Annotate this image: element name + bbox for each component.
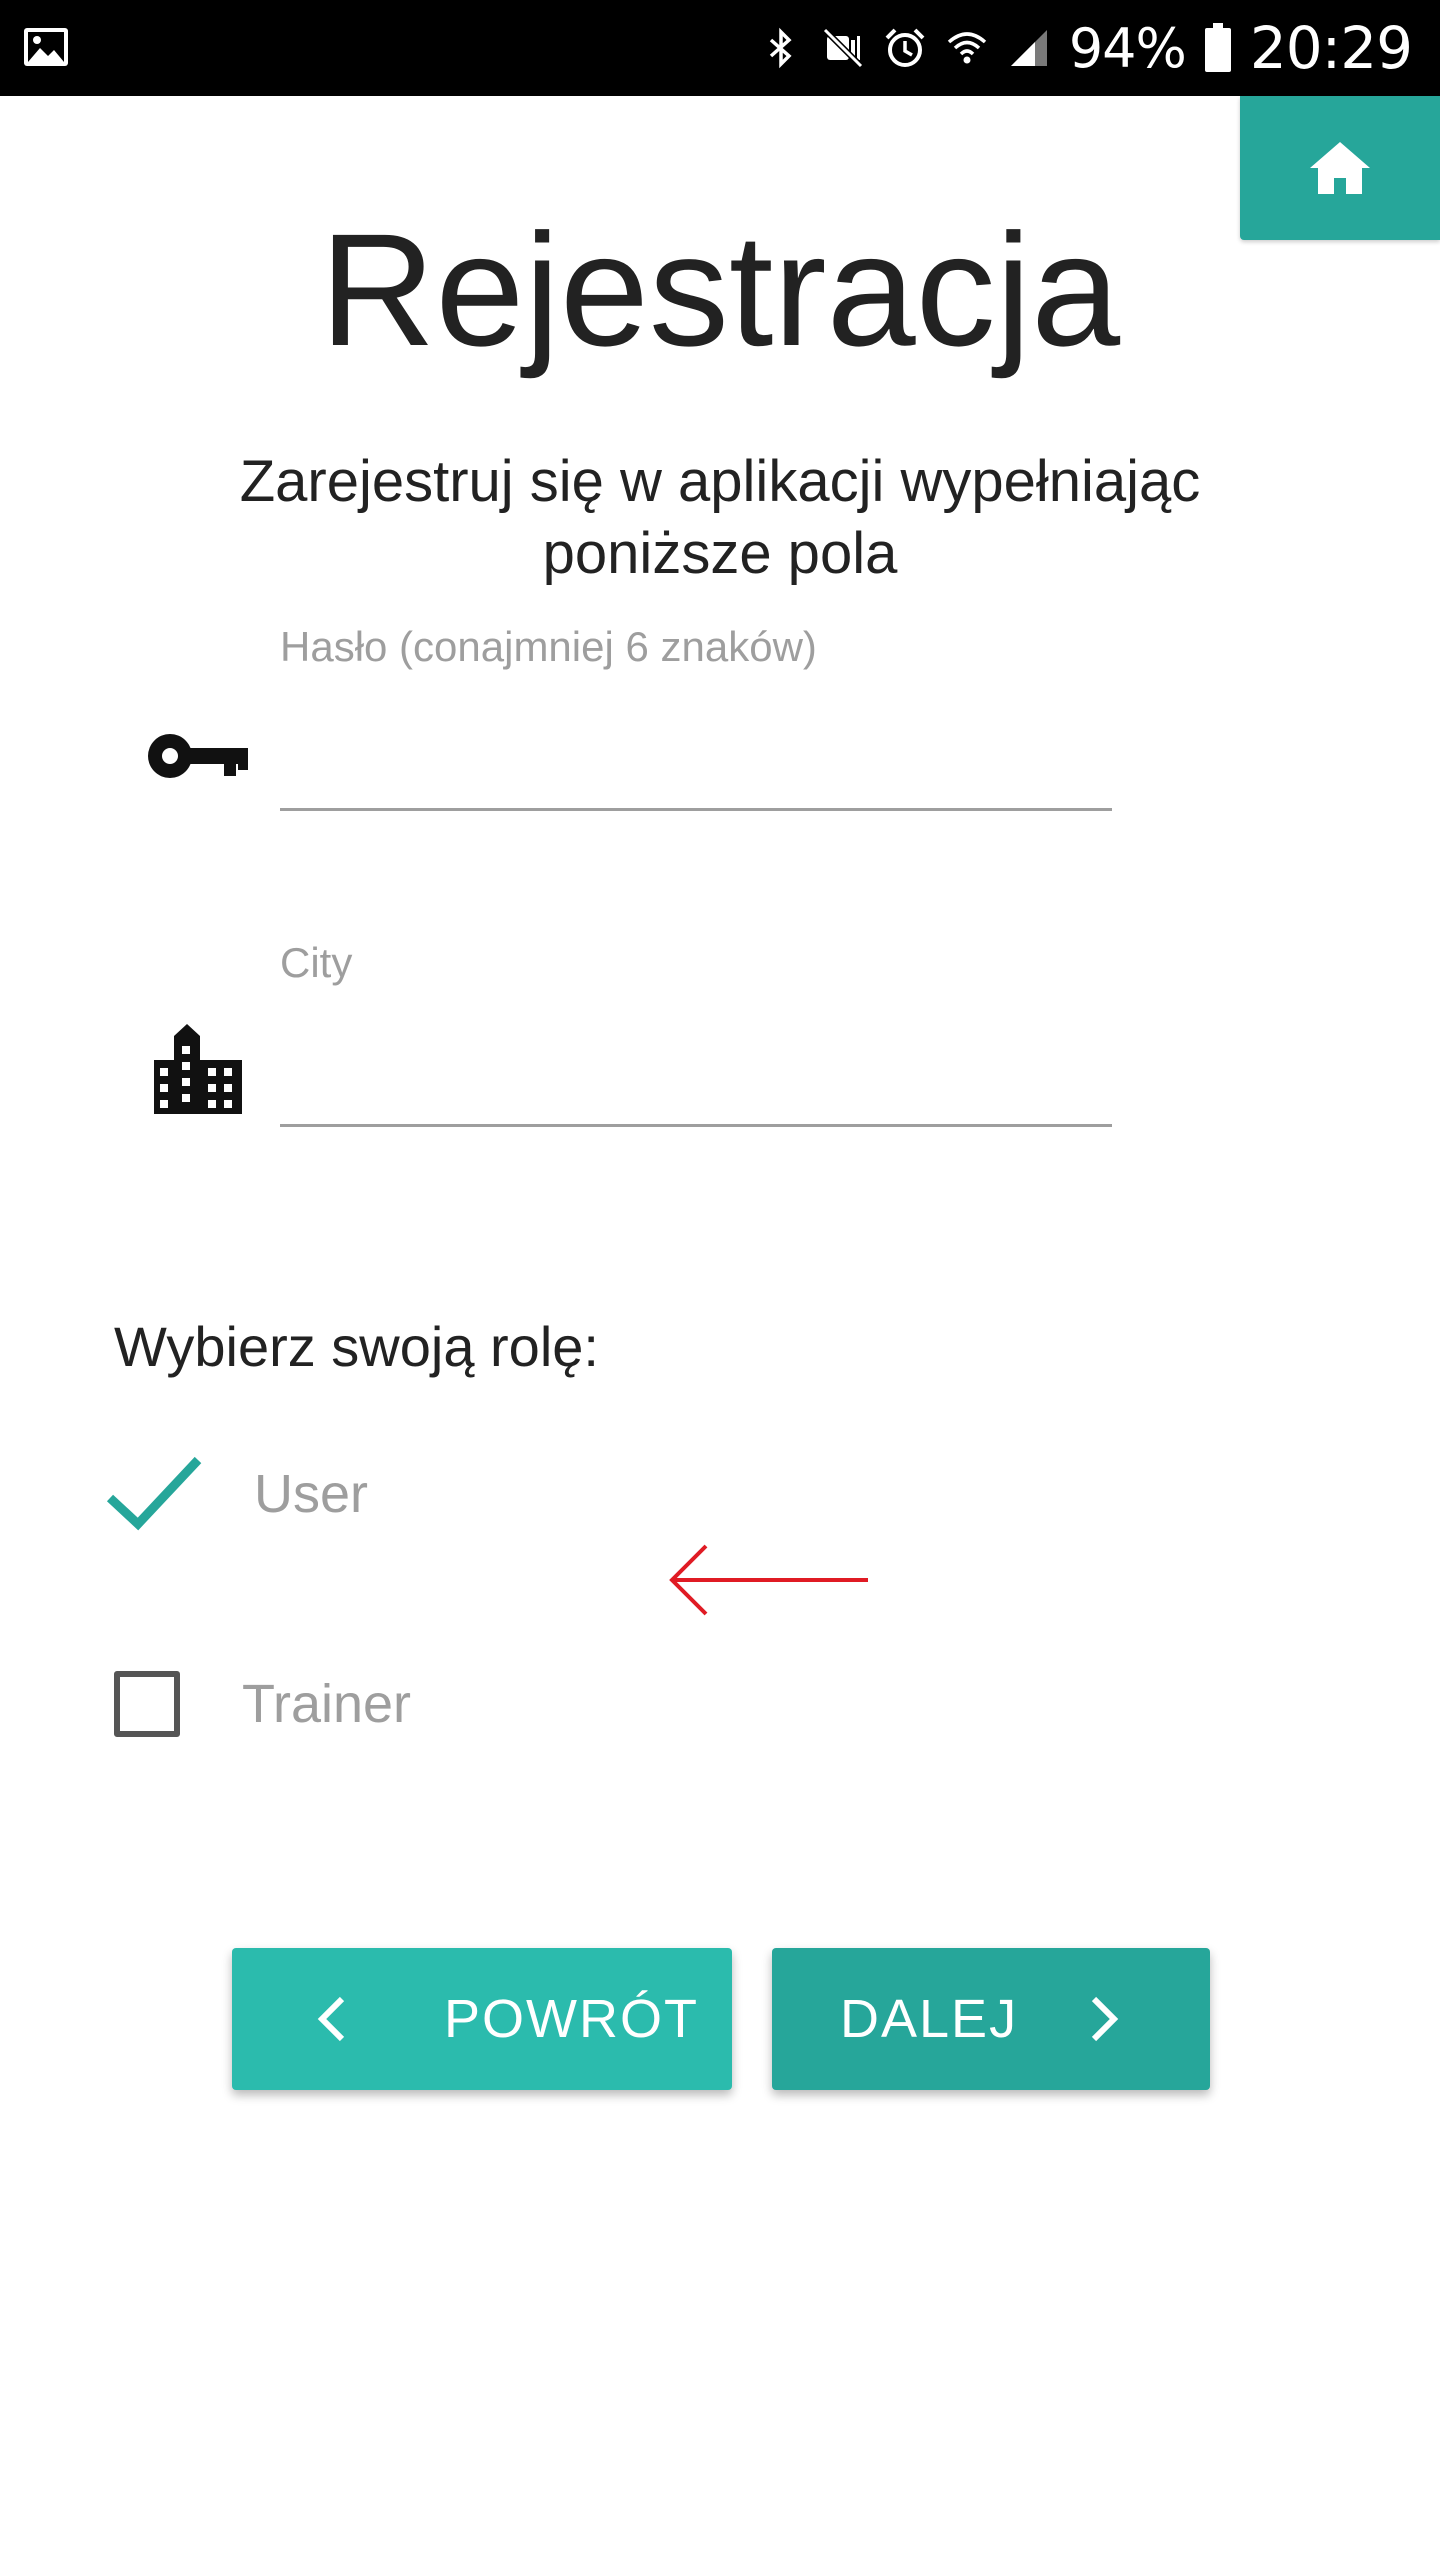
role-heading: Wybierz swoją rolę: (114, 1315, 599, 1378)
signal-icon (1010, 30, 1047, 66)
wifi-icon (947, 32, 986, 64)
battery-percent: 94% (1068, 16, 1187, 80)
password-label: Hasło (conajmniej 6 znaków) (280, 623, 817, 670)
back-button-label: POWRÓT (444, 1989, 699, 2049)
key-icon (148, 734, 248, 778)
bluetooth-icon (769, 27, 792, 69)
city-label: City (280, 939, 353, 986)
status-icons: 94% 20:29 (759, 0, 1413, 96)
next-button-label: DALEJ (840, 1989, 1019, 2049)
next-button[interactable]: DALEJ (772, 1948, 1210, 2090)
home-icon (1310, 142, 1370, 194)
city-field: City (280, 938, 1112, 1127)
back-button[interactable]: POWRÓT (232, 1948, 732, 2090)
city-icon (154, 1024, 242, 1114)
alarm-icon (885, 28, 925, 67)
role-label-user: User (254, 1464, 369, 1524)
checkmark-icon[interactable] (104, 1454, 204, 1534)
gallery-icon (24, 28, 68, 66)
password-input[interactable] (280, 708, 1112, 811)
page-subtitle: Zarejestruj się w aplikacji wypełniając … (239, 449, 1201, 586)
status-bar: 94% 20:29 (0, 0, 1440, 96)
chevron-left-icon (317, 1996, 345, 2042)
role-label-trainer: Trainer (242, 1674, 412, 1734)
trainer-checkbox[interactable] (114, 1671, 180, 1737)
password-field: Hasło (conajmniej 6 znaków) (280, 622, 1112, 811)
page-title: Rejestracja (319, 200, 1121, 379)
role-option-trainer[interactable]: Trainer (100, 1644, 800, 1764)
annotation-arrow-icon (669, 1544, 868, 1616)
chevron-right-icon (1091, 1996, 1119, 2042)
mute-icon (822, 27, 863, 69)
role-option-user[interactable]: User (100, 1434, 800, 1554)
battery-icon (1204, 23, 1231, 72)
status-clock: 20:29 (1249, 14, 1413, 82)
city-input[interactable] (280, 1024, 1112, 1127)
